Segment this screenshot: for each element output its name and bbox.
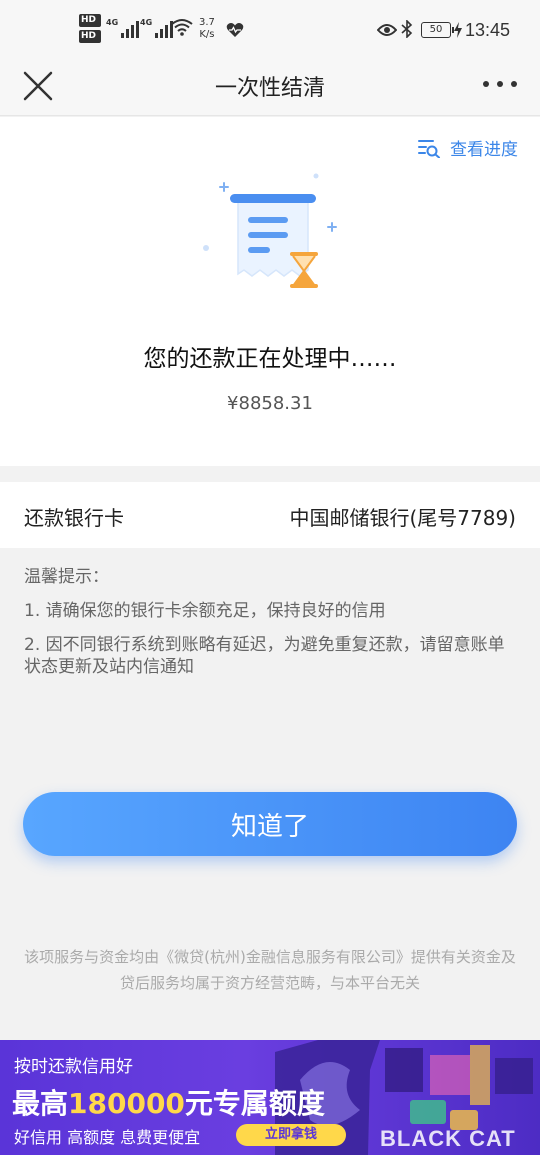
ad-headline: 按时还款信用好 <box>14 1057 133 1077</box>
got-it-button[interactable]: 知道了 <box>23 792 517 856</box>
network-speed: 3.7 K/s <box>199 17 215 41</box>
repayment-amount: ¥8858.31 <box>227 393 313 414</box>
view-progress-link[interactable]: 查看进度 <box>418 135 518 160</box>
tip-item: 2. 因不同银行系统到账略有延迟，为避免重复还款，请留意账单状态更新及站内信通知 <box>24 635 505 677</box>
status-title: 您的还款正在处理中…… <box>143 346 397 372</box>
bank-card-label: 还款银行卡 <box>24 506 124 530</box>
page-title: 一次性结清 <box>214 76 325 101</box>
service-disclaimer: 该项服务与资金均由《微贷(杭州)金融信息服务有限公司》提供有关资金及贷后服务均属… <box>24 948 516 992</box>
title-bar: 一次性结清 <box>0 60 540 116</box>
ad-subline: 好信用 高额度 息费更便宜 <box>14 1128 201 1147</box>
ad-limit-amount: 180000 <box>68 1087 185 1120</box>
status-bar: HD HD 4G 4G 3.7 K/s 50 13:45 <box>0 0 540 60</box>
view-progress-label: 查看进度 <box>450 140 518 160</box>
bank-card-value: 中国邮储银行(尾号7789) <box>289 506 516 530</box>
repayment-bank-card-row: 还款银行卡 中国邮储银行(尾号7789) <box>0 482 540 548</box>
repayment-status-card: 查看进度 您的还款正在处理中…… ¥8858.31 <box>0 117 540 466</box>
bluetooth-icon <box>401 20 413 38</box>
tip-item: 1. 请确保您的银行卡余额充足，保持良好的信用 <box>24 601 386 621</box>
ad-limit-suffix: 元专属额度 <box>184 1087 325 1120</box>
signal-icon-sim2: 4G <box>140 18 174 38</box>
network-type-1: 4G <box>106 18 119 27</box>
more-options-icon[interactable] <box>480 72 520 96</box>
promo-banner[interactable]: 按时还款信用好 最高180000元专属额度 好信用 高额度 息费更便宜 立即拿钱… <box>0 1040 540 1155</box>
tips-section: 温馨提示： 1. 请确保您的银行卡余额充足，保持良好的信用 2. 因不同银行系统… <box>24 566 520 690</box>
eye-comfort-icon <box>377 24 397 36</box>
charging-icon <box>454 22 462 38</box>
ad-get-money-button[interactable]: 立即拿钱 <box>236 1124 346 1146</box>
ad-limit-prefix: 最高 <box>12 1087 69 1120</box>
battery-icon: 50 <box>421 22 454 38</box>
progress-search-icon <box>418 139 440 158</box>
hd-badge-2: HD <box>79 30 101 43</box>
heart-rate-icon <box>226 23 244 37</box>
wifi-icon <box>171 19 193 36</box>
hd-badge-1: HD <box>79 14 101 27</box>
speed-value: 3.7 <box>199 17 215 28</box>
processing-receipt-icon <box>203 173 337 288</box>
speed-unit: K/s <box>199 29 215 40</box>
hd-voice-indicator: HD HD <box>79 14 103 46</box>
signal-icon-sim1: 4G <box>106 18 140 38</box>
tips-title: 温馨提示： <box>24 567 109 587</box>
clock: 13:45 <box>465 20 511 40</box>
watermark-text: BLACK CAT <box>380 1126 516 1151</box>
ad-credit-limit: 最高180000元专属额度 <box>12 1082 325 1122</box>
network-type-2: 4G <box>140 18 153 27</box>
